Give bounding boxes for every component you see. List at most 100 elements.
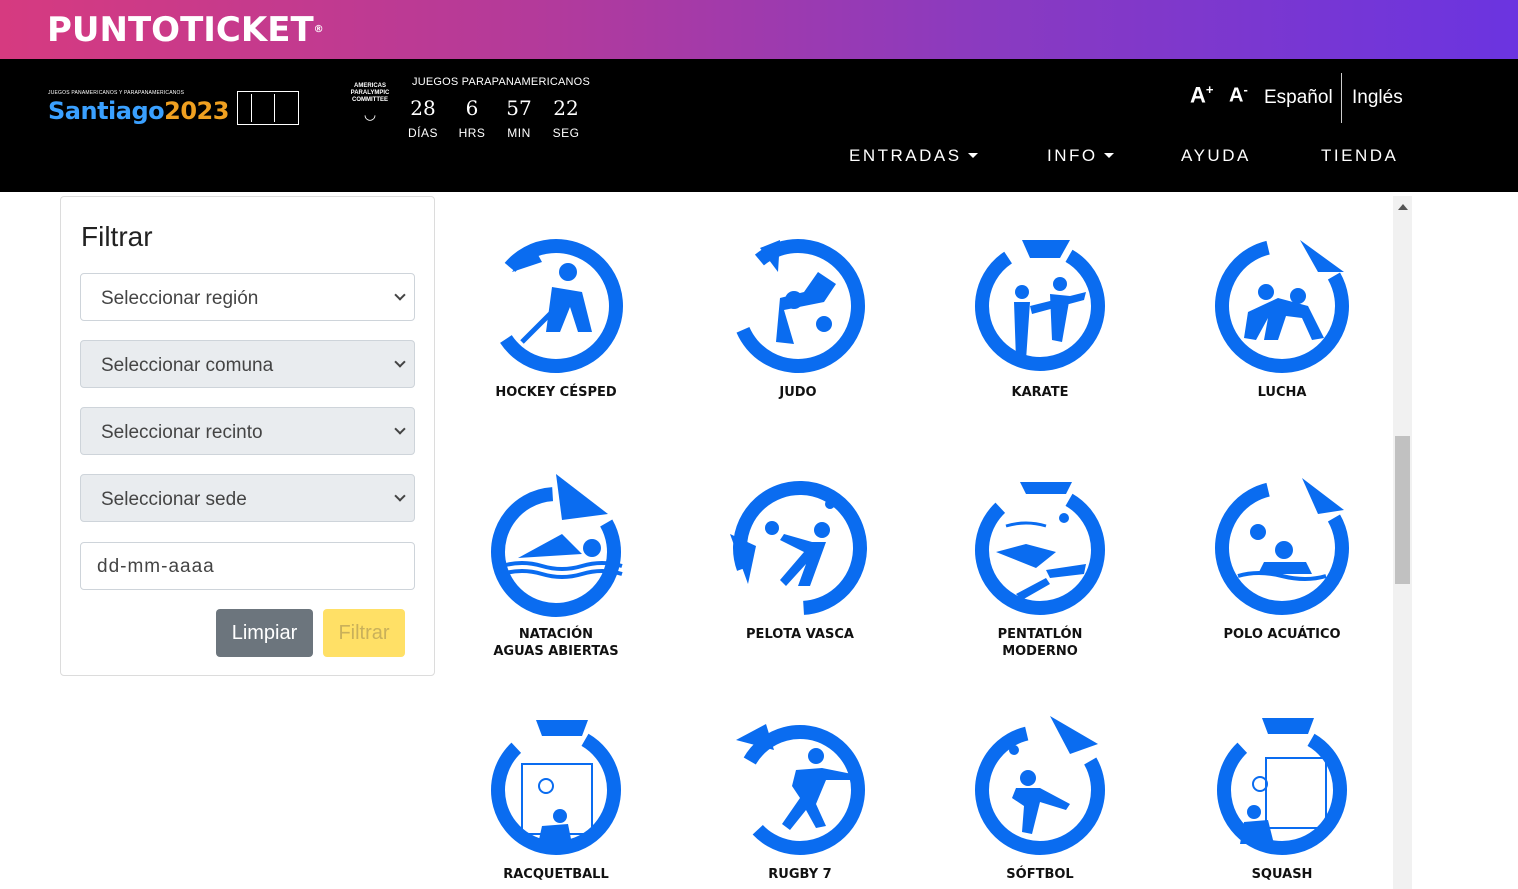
pentathlon-icon xyxy=(975,482,1105,615)
countdown-title: JUEGOS PARAPANAMERICANOS xyxy=(412,76,590,88)
racquetball-icon xyxy=(491,720,621,855)
sport-card-modern-pentathlon[interactable]: PENTATLÓN MODERNO xyxy=(930,474,1150,660)
event-logo-caption: JUEGOS PANAMERICANOS Y PARAPANAMERICANOS xyxy=(48,90,185,96)
nav-entradas[interactable]: ENTRADAS xyxy=(849,146,978,166)
nav-tienda[interactable]: TIENDA xyxy=(1321,146,1398,166)
apc-logo: AMERICAS PARALYMPIC COMMITTEE ◡ xyxy=(343,83,397,133)
swimming-icon xyxy=(491,474,623,617)
squash-icon xyxy=(1217,718,1347,855)
recinto-select[interactable]: Seleccionar recinto xyxy=(80,407,415,455)
page-scrollbar[interactable] xyxy=(1393,196,1412,889)
brand-name: PUNTOTICKET xyxy=(47,10,314,50)
event-logo-year: 2023 xyxy=(164,97,229,125)
karate-icon xyxy=(975,240,1105,371)
sport-label: KARATE xyxy=(1011,385,1069,400)
countdown-minutes: 57 MIN xyxy=(499,96,539,140)
sport-label: POLO ACUÁTICO xyxy=(1223,627,1341,642)
chevron-down-icon xyxy=(394,356,406,368)
brand-reg: ® xyxy=(313,24,324,35)
font-decrease-label: A xyxy=(1229,84,1244,107)
sport-card-basque-pelota[interactable]: PELOTA VASCA xyxy=(690,474,910,643)
comuna-select-value: Seleccionar comuna xyxy=(101,355,274,376)
chevron-down-icon xyxy=(394,490,406,502)
sport-card-water-polo[interactable]: POLO ACUÁTICO xyxy=(1172,474,1392,643)
sede-select-value: Seleccionar sede xyxy=(101,489,247,510)
judo-icon xyxy=(731,239,865,373)
water-polo-icon xyxy=(1215,478,1349,615)
region-select[interactable]: Seleccionar región xyxy=(80,273,415,321)
sport-label: RACQUETBALL xyxy=(503,867,609,882)
region-select-value: Seleccionar región xyxy=(101,288,259,309)
sport-label: JUDO xyxy=(779,385,817,400)
filter-button[interactable]: Filtrar xyxy=(323,609,405,657)
countdown-label: HRS xyxy=(458,126,486,140)
agitos-icon: ◡ xyxy=(364,106,376,122)
chevron-down-icon xyxy=(394,289,406,301)
sport-label: SÓFTBOL xyxy=(1006,867,1074,882)
sport-card-racquetball[interactable]: RACQUETBALL xyxy=(446,714,666,883)
sport-card-rugby[interactable]: RUGBY 7 xyxy=(690,714,910,883)
sport-card-karate[interactable]: KARATE xyxy=(930,232,1150,401)
sport-label: SQUASH xyxy=(1251,867,1313,882)
sport-card-open-water-swimming[interactable]: NATACIÓN AGUAS ABIERTAS xyxy=(446,474,666,660)
font-decrease-button[interactable]: A- xyxy=(1229,82,1248,108)
nav-label: INFO xyxy=(1047,146,1098,165)
gov-logo-divider xyxy=(274,94,275,122)
gov-logo-divider xyxy=(251,94,252,122)
nav-label: ENTRADAS xyxy=(849,146,962,165)
countdown-label: SEG xyxy=(552,126,580,140)
puntoticket-logo[interactable]: PUNTOTICKET® xyxy=(47,10,324,50)
countdown-days: 28 DÍAS xyxy=(403,96,443,140)
softball-icon xyxy=(975,716,1105,855)
font-decrease-sup: - xyxy=(1243,82,1248,97)
sport-card-hockey[interactable]: HOCKEY CÉSPED xyxy=(446,232,666,401)
font-increase-sup: + xyxy=(1205,82,1214,97)
nav-ayuda[interactable]: AYUDA xyxy=(1181,146,1251,166)
scroll-up-arrow-icon[interactable] xyxy=(1398,204,1408,210)
date-input[interactable]: dd-mm-aaaa xyxy=(80,542,415,590)
clear-button[interactable]: Limpiar xyxy=(216,609,313,657)
scrollbar-thumb[interactable] xyxy=(1395,436,1410,584)
lang-english-link[interactable]: Inglés xyxy=(1352,87,1403,109)
font-increase-label: A xyxy=(1190,82,1206,108)
caret-down-icon xyxy=(967,152,978,158)
sport-card-wrestling[interactable]: LUCHA xyxy=(1172,232,1392,401)
sede-select[interactable]: Seleccionar sede xyxy=(80,474,415,522)
comuna-select[interactable]: Seleccionar comuna xyxy=(80,340,415,388)
sport-label: PENTATLÓN MODERNO xyxy=(997,627,1083,659)
lang-spanish-link[interactable]: Español xyxy=(1264,87,1333,109)
sport-label: PELOTA VASCA xyxy=(746,627,854,642)
event-logo-city: Santiago xyxy=(48,97,165,125)
sport-card-squash[interactable]: SQUASH xyxy=(1172,714,1392,883)
countdown-seconds: 22 SEG xyxy=(546,96,586,140)
filter-panel: Filtrar Seleccionar región Seleccionar c… xyxy=(60,196,435,676)
brand-bar: PUNTOTICKET® xyxy=(0,0,1518,59)
site-header: JUEGOS PANAMERICANOS Y PARAPANAMERICANOS… xyxy=(0,59,1518,192)
rugby-icon xyxy=(735,724,865,855)
hockey-icon xyxy=(489,239,623,373)
sport-label: LUCHA xyxy=(1257,385,1307,400)
countdown-label: DÍAS xyxy=(407,126,438,140)
sport-label: RUGBY 7 xyxy=(768,867,832,882)
government-logo xyxy=(237,91,299,125)
countdown-hours: 6 HRS xyxy=(452,96,492,140)
wrestling-icon xyxy=(1215,239,1349,373)
countdown-value: 6 xyxy=(465,96,479,120)
countdown-value: 28 xyxy=(410,96,436,120)
countdown-value: 57 xyxy=(506,96,532,120)
filter-title: Filtrar xyxy=(81,221,153,252)
font-increase-button[interactable]: A+ xyxy=(1190,82,1213,108)
countdown-value: 22 xyxy=(553,96,579,120)
caret-down-icon xyxy=(1103,152,1114,158)
sport-card-judo[interactable]: JUDO xyxy=(688,232,908,401)
sport-label: NATACIÓN AGUAS ABIERTAS xyxy=(493,627,619,659)
chevron-down-icon xyxy=(394,423,406,435)
santiago-2023-logo[interactable]: JUEGOS PANAMERICANOS Y PARAPANAMERICANOS… xyxy=(48,90,229,130)
basque-pelota-icon xyxy=(730,481,867,615)
lang-divider xyxy=(1341,73,1342,123)
sport-card-softball[interactable]: SÓFTBOL xyxy=(930,714,1150,883)
recinto-select-value: Seleccionar recinto xyxy=(101,422,263,443)
nav-info[interactable]: INFO xyxy=(1047,146,1114,166)
sport-label: HOCKEY CÉSPED xyxy=(495,385,617,400)
apc-logo-text: AMERICAS PARALYMPIC COMMITTEE xyxy=(350,83,390,103)
